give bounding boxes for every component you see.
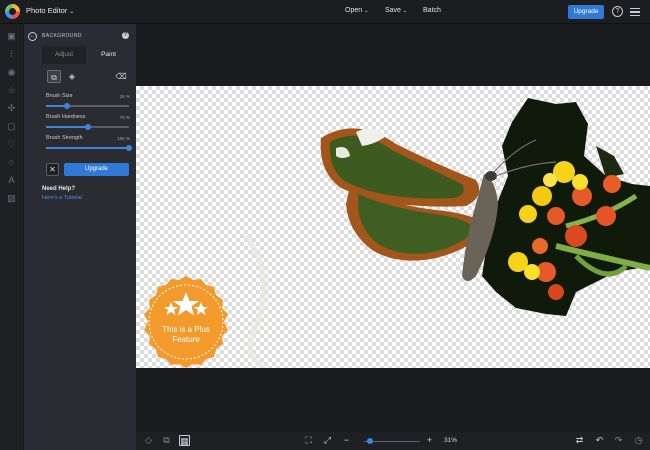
plus-feature-badge[interactable]: This is a Plus Feature — [138, 274, 234, 370]
chevron-down-icon: ⌄ — [402, 8, 408, 14]
text-icon[interactable]: A — [6, 175, 17, 186]
brush-strength-knob[interactable] — [126, 144, 132, 151]
zoom-out-button[interactable]: − — [341, 435, 352, 446]
fit-screen-icon[interactable]: ⛶ — [303, 435, 314, 446]
save-menu[interactable]: Save ⌄ — [385, 7, 407, 14]
batch-menu[interactable]: Batch — [423, 7, 441, 14]
canvas-area: This is a Plus Feature — [136, 24, 650, 430]
badge-text-line2: Feature — [172, 335, 200, 344]
star-icon[interactable]: ☆ — [6, 85, 17, 96]
badge-text-line1: This is a Plus — [162, 325, 210, 334]
panel-title: BACKGROUND — [42, 33, 82, 39]
image-canvas[interactable]: This is a Plus Feature — [136, 86, 650, 368]
tab-paint[interactable]: Paint — [86, 46, 131, 64]
background-panel: ← BACKGROUND ? Adjust Paint ⧉ ◈ ⌫ Brush … — [24, 24, 136, 450]
app-title: Photo Editor — [26, 6, 68, 15]
brush-strength-fill — [46, 147, 129, 149]
eraser-icon[interactable]: ⌫ — [114, 70, 128, 83]
undo-icon[interactable]: ↶ — [594, 435, 605, 446]
eye-icon[interactable]: ◉ — [6, 67, 17, 78]
brush-hardness-fill — [46, 126, 88, 128]
app-logo[interactable] — [5, 4, 20, 19]
paint-tool-row: ⧉ ◈ ⌫ — [42, 68, 131, 86]
brush-size-knob[interactable] — [63, 102, 70, 109]
layers-icon[interactable]: ◇ — [143, 435, 154, 446]
brush-hardness-label: Brush Hardness — [46, 114, 86, 120]
frame-icon[interactable]: ▢ — [6, 121, 17, 132]
compare-icon[interactable]: ⧉ — [161, 435, 172, 446]
brush-strength-value: 100 % — [117, 136, 130, 141]
hamburger-menu-icon[interactable] — [630, 8, 640, 16]
brush-hardness-value: 76 % — [119, 115, 130, 120]
circle-icon[interactable]: ○ — [6, 157, 17, 168]
actual-size-icon[interactable]: ⤢ — [322, 435, 333, 446]
brush-size-slider[interactable] — [46, 102, 129, 109]
top-bar: Photo Editor ⌄ Open ⌄ Save ⌄ Batch Upgrade … — [0, 0, 650, 24]
swap-icon[interactable]: ⇄ — [574, 435, 585, 446]
save-menu-label: Save — [385, 7, 401, 14]
zoom-slider[interactable] — [364, 438, 420, 445]
badge-graphic — [144, 276, 228, 368]
zoom-in-button[interactable]: + — [424, 435, 435, 446]
image-icon[interactable]: ▣ — [6, 31, 17, 42]
grid-view-icon[interactable]: ▦ — [179, 435, 190, 446]
sliders-icon[interactable]: ⫶ — [6, 49, 17, 60]
zoom-slider-knob[interactable] — [366, 438, 373, 445]
chevron-down-icon: ⌄ — [364, 8, 369, 14]
tutorial-link[interactable]: Here's a Tutorial — [42, 195, 82, 201]
panel-upgrade-button[interactable]: Upgrade — [64, 163, 129, 176]
help-icon[interactable]: ? — [612, 6, 623, 17]
zoom-value: 31% — [444, 437, 458, 444]
brush-size-label: Brush Size — [46, 93, 73, 99]
brush-icon[interactable]: ◈ — [65, 70, 79, 83]
open-menu-label: Open — [345, 7, 363, 14]
bottom-bar: ◇ ⧉ ▦ ⛶ ⤢ − + 31% ⇄ ↶ ↷ ◷ — [136, 430, 650, 450]
brush-strength-slider[interactable] — [46, 144, 132, 151]
batch-menu-label: Batch — [423, 7, 441, 14]
texture-icon[interactable]: ▨ — [6, 193, 17, 204]
brush-strength-label: Brush Strength — [46, 135, 83, 141]
history-icon[interactable]: ◷ — [633, 435, 644, 446]
back-arrow-icon[interactable]: ← — [28, 32, 37, 41]
brush-size-value: 35 % — [119, 94, 130, 99]
panel-tabs: Adjust Paint — [42, 46, 131, 64]
cancel-button[interactable]: ✕ — [46, 163, 59, 176]
brush-hardness-knob[interactable] — [84, 123, 91, 130]
app-title-menu[interactable]: Photo Editor ⌄ — [26, 6, 74, 15]
open-menu[interactable]: Open ⌄ — [345, 7, 368, 14]
upgrade-button[interactable]: Upgrade — [568, 5, 604, 19]
need-help-heading: Need Help? — [42, 186, 76, 192]
redo-icon[interactable]: ↷ — [613, 435, 624, 446]
chevron-down-icon: ⌄ — [69, 9, 75, 15]
panel-help-icon[interactable]: ? — [122, 32, 129, 39]
crop-icon[interactable]: ✣ — [6, 103, 17, 114]
brush-hardness-slider[interactable] — [46, 123, 129, 130]
tab-adjust[interactable]: Adjust — [42, 46, 86, 64]
tool-rail: ▣ ⫶ ◉ ☆ ✣ ▢ ♡ ○ A ▨ — [0, 24, 24, 450]
heart-icon[interactable]: ♡ — [6, 139, 17, 150]
paint-layers-icon[interactable]: ⧉ — [47, 70, 61, 83]
